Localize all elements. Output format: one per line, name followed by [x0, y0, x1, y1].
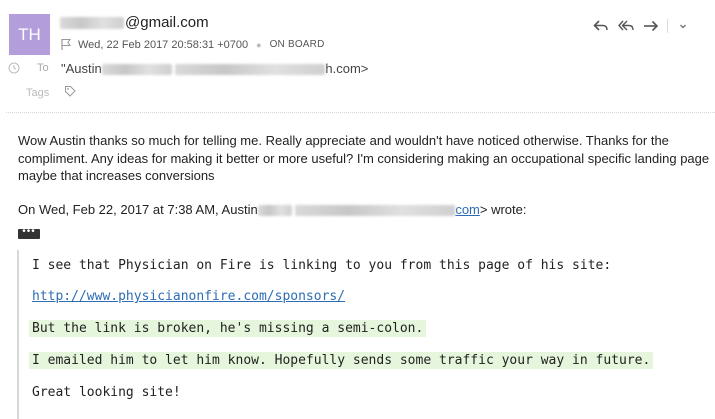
tags-label: Tags	[26, 87, 50, 99]
recipient-prefix: "Austin	[61, 61, 102, 76]
chevron-down-icon	[680, 24, 686, 29]
quote-link-line: http://www.physicianonfire.com/sponsors/	[29, 288, 348, 305]
clock-icon	[8, 62, 20, 74]
redacted-email	[295, 205, 456, 217]
message-actions	[586, 16, 693, 36]
sponsors-link[interactable]: http://www.physicianonfire.com/sponsors/	[32, 289, 345, 304]
flag-icon[interactable]	[60, 38, 72, 51]
quote-attribution: On Wed, Feb 22, 2017 at 7:38 AM, Austin …	[18, 202, 526, 217]
forward-icon	[644, 20, 659, 32]
attribution-prefix: On Wed, Feb 22, 2017 at 7:38 AM, Austin	[18, 202, 258, 217]
to-label: To	[37, 62, 49, 74]
redacted-email	[175, 64, 326, 76]
tag-icon[interactable]	[64, 85, 76, 97]
redacted-name	[257, 205, 292, 217]
message-date: Wed, 22 Feb 2017 20:58:31 +0700	[78, 38, 249, 51]
show-quoted-button[interactable]: •••	[18, 227, 40, 239]
quote-line-highlighted: I emailed him to let him know. Hopefully…	[29, 352, 654, 369]
separator-dot: ●	[256, 39, 262, 50]
quoted-message: I see that Physician on Fire is linking …	[17, 250, 715, 419]
quote-line-highlighted: But the link is broken, he's missing a s…	[29, 320, 427, 337]
quote-line: Great looking site!	[32, 385, 181, 400]
tags-row: Tags	[0, 85, 715, 101]
reply-all-button[interactable]	[616, 16, 636, 36]
recipient-suffix: h.com>	[325, 61, 369, 76]
recipient-address[interactable]: "Austin h.com>	[61, 61, 368, 76]
redacted-name	[101, 64, 172, 76]
sender-email-domain: @gmail.com	[125, 14, 209, 31]
attribution-suffix: > wrote:	[479, 202, 527, 217]
forward-button[interactable]	[641, 16, 661, 36]
avatar: TH	[9, 14, 50, 55]
quote-line: I see that Physician on Fire is linking …	[32, 258, 612, 273]
attribution-link-tail: com	[455, 202, 480, 217]
attribution-email-link[interactable]: com	[295, 202, 480, 217]
reply-all-icon	[618, 20, 634, 31]
folder-status: ON BOARD	[269, 39, 325, 50]
message-header: TH @gmail.com Wed, 22 Feb 2017 20:58:31 …	[0, 0, 715, 112]
header-divider	[6, 112, 715, 113]
reply-icon	[593, 20, 608, 31]
redacted-name	[60, 17, 124, 30]
sender-email[interactable]: @gmail.com	[60, 14, 209, 31]
recipient-row: To "Austin h.com>	[0, 61, 715, 77]
more-actions-button[interactable]	[673, 16, 693, 36]
message-body: Wow Austin thanks so much for telling me…	[18, 133, 710, 183]
reply-button[interactable]	[591, 16, 611, 36]
actions-divider	[667, 19, 668, 33]
message-meta: Wed, 22 Feb 2017 20:58:31 +0700 ● ON BOA…	[60, 38, 325, 51]
